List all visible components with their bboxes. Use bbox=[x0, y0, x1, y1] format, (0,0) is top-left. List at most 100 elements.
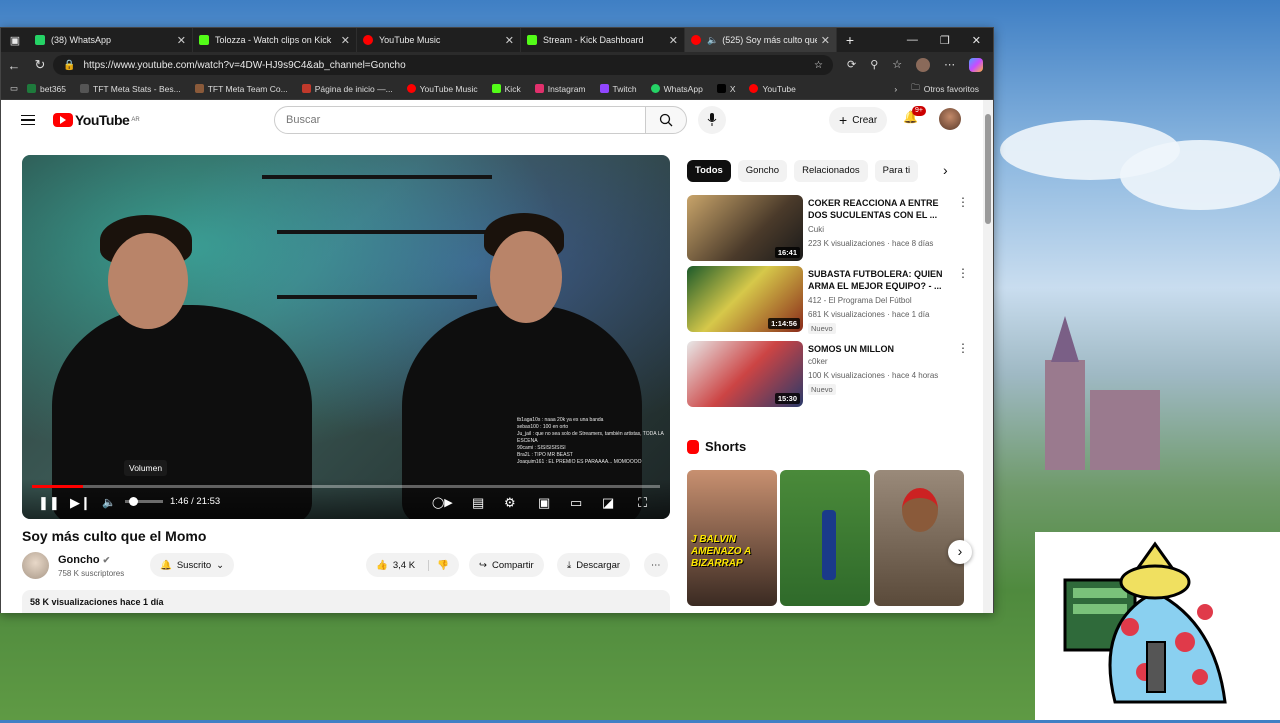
chip-for-you[interactable]: Para ti bbox=[874, 160, 919, 182]
download-button[interactable]: ⤓ Descargar bbox=[557, 553, 631, 577]
shorts-next-icon[interactable]: › bbox=[948, 540, 972, 564]
back-icon[interactable]: ← bbox=[1, 58, 27, 73]
page-scrollbar[interactable] bbox=[983, 100, 993, 613]
minimize-icon[interactable]: — bbox=[907, 34, 918, 47]
channel-avatar[interactable] bbox=[22, 552, 49, 579]
profile-avatar-icon[interactable] bbox=[916, 58, 931, 72]
extensions-icon[interactable]: ⚲ bbox=[870, 58, 878, 72]
bookmark[interactable]: Kick bbox=[491, 84, 521, 94]
subscriber-count: 758 K suscriptores bbox=[58, 569, 125, 578]
bookmark[interactable]: WhatsApp bbox=[650, 84, 703, 94]
thumbs-down-icon[interactable]: 👎 bbox=[428, 559, 449, 571]
bookmark[interactable]: Twitch bbox=[599, 84, 637, 94]
restore-icon[interactable]: ❐ bbox=[940, 34, 950, 47]
chip-goncho[interactable]: Goncho bbox=[737, 160, 788, 182]
menu-icon[interactable] bbox=[21, 114, 35, 126]
short-video[interactable] bbox=[780, 470, 870, 606]
like-button[interactable]: 👍 3,4 K 👎 bbox=[366, 553, 459, 577]
bookmark[interactable]: Instagram bbox=[534, 84, 586, 94]
chip-related[interactable]: Relacionados bbox=[794, 160, 868, 182]
speaker-icon[interactable]: 🔈 bbox=[707, 35, 718, 46]
chevron-right-icon[interactable]: › bbox=[894, 84, 897, 94]
reload-icon[interactable]: ↻ bbox=[27, 57, 53, 73]
recommended-video[interactable]: 1:14:56 SUBASTA FUTBOLERA: QUIEN ARMA EL… bbox=[687, 266, 969, 334]
channel-name-text: Goncho bbox=[58, 554, 100, 566]
related-chips: Todos Goncho Relacionados Para ti bbox=[687, 160, 919, 182]
subtitles-icon[interactable]: ▤ bbox=[472, 495, 484, 511]
copilot-icon[interactable] bbox=[969, 58, 984, 72]
bookmark[interactable]: TFT Meta Stats - Bes... bbox=[80, 84, 181, 94]
new-tab-icon[interactable]: + bbox=[837, 32, 863, 48]
tab-close-icon[interactable]: ✕ bbox=[669, 34, 678, 47]
more-options-icon[interactable]: ⋮ bbox=[957, 342, 969, 354]
next-icon[interactable]: ▶❙ bbox=[70, 495, 91, 511]
short-caption: J BALVIN AMENAZO A BIZARRAP bbox=[691, 534, 751, 569]
video-thumbnail: 16:41 bbox=[687, 195, 803, 261]
shorts-heading: Shorts bbox=[687, 439, 746, 454]
bookmark[interactable]: Página de inicio —... bbox=[301, 83, 393, 94]
kick-icon bbox=[199, 35, 209, 45]
tab-close-icon[interactable]: ✕ bbox=[505, 34, 514, 47]
autoplay-toggle[interactable]: ◯▶ bbox=[432, 495, 453, 511]
other-favorites[interactable]: 🗀 Otros favoritos bbox=[911, 82, 979, 96]
miniplayer-icon[interactable]: ▣ bbox=[538, 495, 550, 511]
youtube-logo[interactable]: YouTube AR bbox=[53, 112, 140, 128]
bookmark[interactable]: TFT Meta Team Co... bbox=[194, 84, 288, 94]
tab-actions-icon[interactable]: ▣ bbox=[1, 34, 29, 47]
more-actions-button[interactable]: ⋯ bbox=[644, 553, 668, 577]
recommended-video[interactable]: 15:30 SOMOS UN MILLON c0ker 100 K visual… bbox=[687, 341, 969, 407]
volume-knob[interactable] bbox=[129, 497, 138, 506]
short-video[interactable] bbox=[874, 470, 964, 606]
address-bar[interactable]: 🔒 https://www.youtube.com/watch?v=4DW-HJ… bbox=[53, 55, 833, 75]
chips-next-icon[interactable]: › bbox=[943, 162, 948, 178]
account-avatar[interactable] bbox=[939, 108, 961, 130]
tft-icon bbox=[194, 84, 204, 93]
tab-whatsapp[interactable]: (38) WhatsApp ✕ bbox=[29, 28, 193, 52]
tab-youtube-video[interactable]: 🔈 (525) Soy más culto que el ✕ bbox=[685, 28, 837, 52]
progress-bar[interactable] bbox=[32, 485, 660, 488]
close-window-icon[interactable]: ✕ bbox=[972, 34, 981, 47]
refresh-extension-icon[interactable]: ⟳ bbox=[847, 58, 856, 72]
share-button[interactable]: ↪ Compartir bbox=[469, 553, 544, 577]
tab-kick-dashboard[interactable]: Stream - Kick Dashboard ✕ bbox=[521, 28, 685, 52]
subscribed-label: Suscrito bbox=[176, 559, 212, 571]
bookmark[interactable]: bet365 bbox=[27, 84, 66, 94]
favorite-star-icon[interactable]: ☆ bbox=[814, 60, 823, 71]
settings-gear-icon[interactable]: ⚙ bbox=[504, 495, 516, 511]
volume-slider[interactable] bbox=[125, 497, 163, 506]
recommended-video[interactable]: 16:41 COKER REACCIONA A ENTRE DOS SUCULE… bbox=[687, 195, 969, 261]
tab-close-icon[interactable]: ✕ bbox=[177, 34, 186, 47]
scrollbar-thumb[interactable] bbox=[985, 114, 991, 224]
fullscreen-icon[interactable]: ⛶ bbox=[638, 495, 647, 511]
tab-kick-clips[interactable]: Tolozza - Watch clips on Kick ✕ bbox=[193, 28, 357, 52]
bookmarks-menu-icon[interactable]: ▭ bbox=[1, 83, 27, 94]
volume-icon[interactable]: 🔈 bbox=[102, 495, 116, 511]
description-box[interactable]: 58 K visualizaciones hace 1 día bbox=[22, 590, 670, 613]
chat-line: tb1aga10s : naaa 20k ya es una banda bbox=[517, 417, 604, 423]
bookmark[interactable]: YouTube Music bbox=[406, 84, 478, 94]
tab-label: (38) WhatsApp bbox=[51, 35, 112, 45]
short-video[interactable]: J BALVIN AMENAZO A BIZARRAP bbox=[687, 470, 777, 606]
search-input[interactable]: Buscar bbox=[274, 106, 646, 134]
tab-youtube-music[interactable]: YouTube Music ✕ bbox=[357, 28, 521, 52]
bookmark-label: Página de inicio —... bbox=[314, 83, 393, 94]
more-options-icon[interactable]: ⋮ bbox=[957, 267, 969, 279]
favorites-icon[interactable]: ☆ bbox=[892, 58, 902, 72]
more-options-icon[interactable]: ⋯ bbox=[944, 58, 955, 72]
subscribed-button[interactable]: 🔔 Suscrito ⌄ bbox=[150, 553, 235, 577]
more-options-icon[interactable]: ⋮ bbox=[957, 196, 969, 208]
bookmark[interactable]: X bbox=[716, 84, 735, 94]
voice-search-button[interactable] bbox=[698, 106, 726, 134]
tab-close-icon[interactable]: ✕ bbox=[821, 34, 830, 47]
pause-icon[interactable]: ❚❚ bbox=[38, 495, 60, 511]
bookmark[interactable]: YouTube bbox=[749, 84, 796, 94]
tab-close-icon[interactable]: ✕ bbox=[341, 34, 350, 47]
video-player[interactable]: tb1aga10s : naaa 20k ya es una banda seb… bbox=[22, 155, 670, 519]
theater-mode-icon[interactable]: ▭ bbox=[570, 495, 582, 511]
channel-name[interactable]: Goncho ✔ bbox=[58, 554, 110, 566]
search-button[interactable] bbox=[645, 106, 687, 134]
chip-all[interactable]: Todos bbox=[687, 160, 731, 182]
create-button[interactable]: + Crear bbox=[829, 107, 888, 133]
video-shelf bbox=[277, 230, 487, 234]
cast-icon[interactable]: ◪ bbox=[602, 495, 614, 511]
